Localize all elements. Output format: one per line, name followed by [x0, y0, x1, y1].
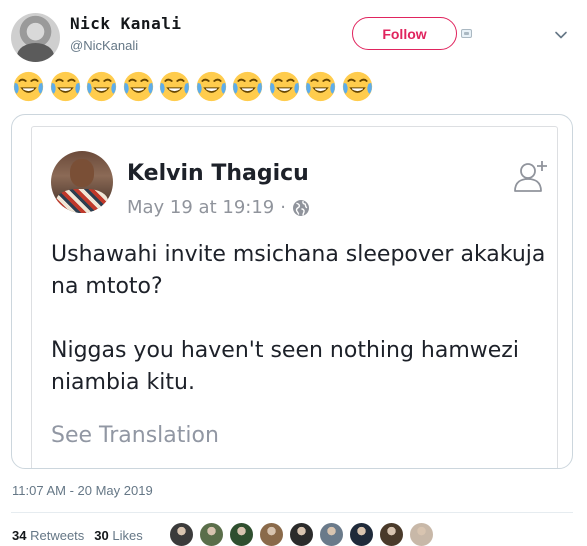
- facebook-post-screenshot: Kelvin Thagicu May 19 at 19:19 · Ushawah…: [31, 126, 558, 468]
- face-with-tears-of-joy-icon: [159, 71, 190, 102]
- retweets-stat[interactable]: 34 Retweets: [12, 528, 84, 543]
- avatar-figure: [17, 43, 54, 62]
- retweets-count: 34: [12, 528, 27, 543]
- face-with-tears-of-joy-icon: [269, 71, 299, 102]
- tweet-stats: 34 Retweets 30 Likes: [12, 528, 143, 543]
- fb-author-name: Kelvin Thagicu: [127, 161, 309, 186]
- fb-meta-separator: ·: [280, 197, 286, 218]
- liker-avatars: [168, 521, 435, 546]
- fb-post-paragraph: Ushawahi invite msichana sleepover akaku…: [51, 242, 546, 299]
- tweet-text-emoji-row: [12, 70, 374, 105]
- fb-post-meta: May 19 at 19:19 ·: [127, 197, 310, 218]
- face-with-tears-of-joy-icon: [342, 71, 372, 102]
- face-with-tears-of-joy-icon: [196, 71, 226, 102]
- divider: [11, 512, 573, 513]
- globe-icon: [292, 199, 309, 216]
- face-with-tears-of-joy-icon: [305, 71, 336, 102]
- liker-avatar[interactable]: [288, 521, 315, 546]
- author-handle[interactable]: @NicKanali: [70, 38, 138, 53]
- profile-card-icon: [461, 29, 472, 38]
- add-friend-icon: [514, 161, 547, 192]
- chevron-down-icon[interactable]: [554, 28, 568, 42]
- likes-label: Likes: [112, 528, 143, 543]
- liker-avatar[interactable]: [408, 521, 435, 546]
- liker-avatar[interactable]: [318, 521, 345, 546]
- fb-post-time: May 19 at 19:19: [127, 197, 275, 218]
- follow-button[interactable]: Follow: [352, 17, 457, 50]
- tweet-media-card[interactable]: Kelvin Thagicu May 19 at 19:19 · Ushawah…: [11, 114, 573, 469]
- author-avatar[interactable]: [11, 13, 60, 62]
- liker-avatar[interactable]: [378, 521, 405, 546]
- face-with-tears-of-joy-icon: [232, 71, 263, 102]
- face-with-tears-of-joy-icon: [13, 71, 44, 102]
- liker-avatar[interactable]: [228, 521, 255, 546]
- fb-post-paragraph: Niggas you haven't seen nothing hamwezi …: [51, 338, 519, 395]
- liker-avatar[interactable]: [198, 521, 225, 546]
- likes-stat[interactable]: 30 Likes: [94, 528, 142, 543]
- liker-avatar[interactable]: [258, 521, 285, 546]
- liker-avatar[interactable]: [168, 521, 195, 546]
- face-with-tears-of-joy-icon: [123, 71, 153, 102]
- likes-count: 30: [94, 528, 109, 543]
- see-translation-link: See Translation: [51, 423, 219, 448]
- fb-author-avatar: [51, 151, 113, 213]
- retweets-label: Retweets: [30, 528, 85, 543]
- liker-avatar[interactable]: [348, 521, 375, 546]
- tweet-timestamp[interactable]: 11:07 AM - 20 May 2019: [12, 483, 153, 498]
- author-display-name[interactable]: Nick Kanali: [70, 14, 181, 33]
- fb-post-body: Ushawahi invite msichana sleepover akaku…: [51, 239, 551, 431]
- face-with-tears-of-joy-icon: [50, 71, 80, 102]
- face-with-tears-of-joy-icon: [86, 71, 117, 102]
